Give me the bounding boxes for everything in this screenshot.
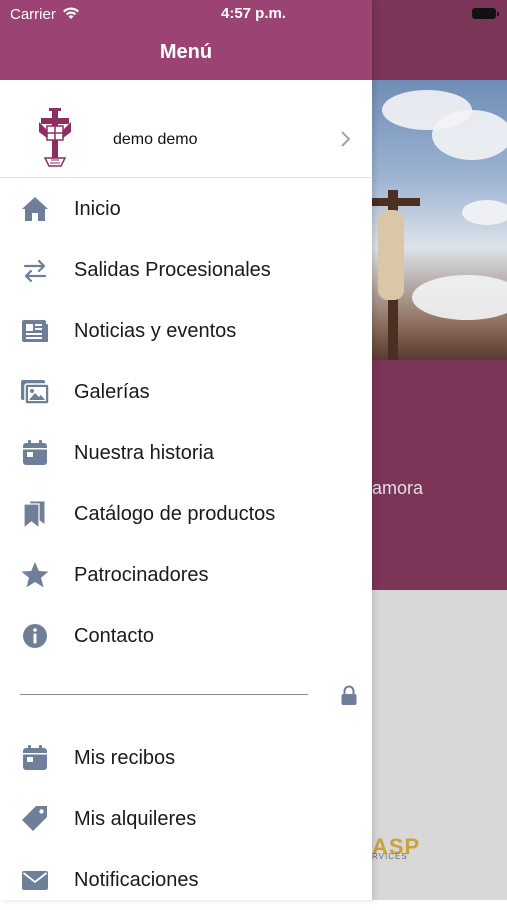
menu-item-patrocinadores[interactable]: Patrocinadores	[0, 544, 372, 605]
gallery-icon	[20, 377, 50, 407]
newspaper-icon	[20, 316, 50, 346]
menu-item-nuestra-historia[interactable]: Nuestra historia	[0, 422, 372, 483]
menu-divider	[20, 694, 308, 695]
menu-item-mis-alquileres[interactable]: Mis alquileres	[0, 788, 372, 849]
menu-item-galerias[interactable]: Galerías	[0, 361, 372, 422]
drawer-title: Menú	[159, 41, 213, 63]
calendar-icon	[20, 743, 50, 773]
background-hero-image	[372, 80, 507, 360]
info-icon	[20, 621, 50, 651]
background-partial-text: amora	[372, 478, 424, 498]
menu-item-label: Catálogo de productos	[74, 503, 276, 525]
menu-item-mis-recibos[interactable]: Mis recibos	[0, 727, 372, 788]
menu-item-label: Notificaciones	[74, 869, 199, 891]
clock: 4:57 p.m.	[220, 5, 287, 22]
envelope-icon	[20, 865, 50, 895]
menu-item-label: Galerías	[74, 381, 150, 403]
menu-item-notificaciones[interactable]: Notificaciones	[0, 849, 372, 910]
profile-name: demo demo	[113, 131, 198, 148]
menu-item-label: Noticias y eventos	[74, 320, 237, 342]
tag-icon	[20, 804, 50, 834]
status-bar: Carrier 4:57 p.m.	[0, 0, 507, 28]
swap-arrows-icon	[20, 255, 50, 285]
menu-item-inicio[interactable]: Inicio	[0, 178, 372, 239]
bookmarks-icon	[20, 499, 50, 529]
home-icon	[20, 194, 50, 224]
menu-item-salidas-procesionales[interactable]: Salidas Procesionales	[0, 239, 372, 300]
menu-item-noticias-y-eventos[interactable]: Noticias y eventos	[0, 300, 372, 361]
menu-item-label: Salidas Procesionales	[74, 259, 271, 281]
battery-icon	[472, 8, 499, 19]
chevron-right-icon	[340, 130, 352, 148]
calendar-icon	[20, 438, 50, 468]
brotherhood-logo-icon	[35, 108, 75, 170]
menu-item-label: Contacto	[74, 625, 155, 647]
menu-item-label: Nuestra historia	[74, 442, 215, 464]
menu-item-label: Mis alquileres	[74, 808, 197, 830]
menu-item-label: Patrocinadores	[74, 564, 209, 586]
background-info-panel	[372, 360, 507, 590]
menu-item-label: Mis recibos	[74, 747, 176, 769]
background-sponsor-logo-subtext: RVICES	[372, 852, 408, 861]
menu-item-label: Inicio	[74, 198, 121, 220]
lock-icon	[340, 684, 358, 706]
menu-item-contacto[interactable]: Contacto	[0, 605, 372, 666]
star-icon	[20, 560, 50, 590]
menu-item-catalogo-de-productos[interactable]: Catálogo de productos	[0, 483, 372, 544]
profile-row[interactable]: demo demo	[0, 80, 372, 178]
side-drawer: Menú demo demo Inicio Salidas Procesiona…	[0, 0, 372, 900]
